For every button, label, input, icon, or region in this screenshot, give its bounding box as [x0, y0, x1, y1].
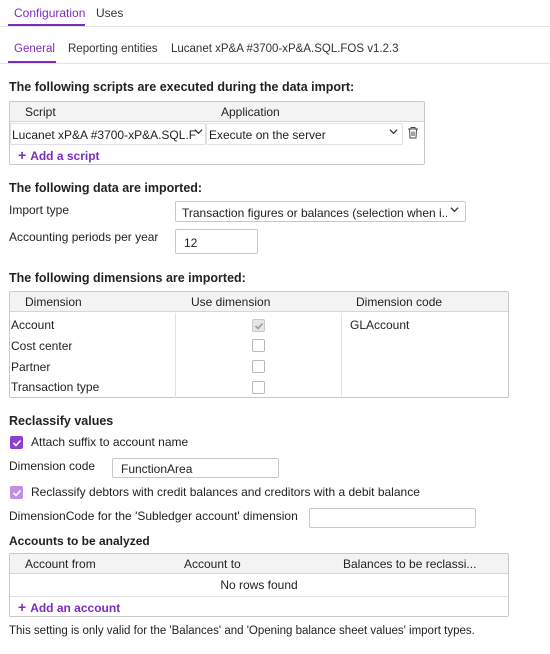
dimension-name-cost-center: Cost center — [11, 339, 73, 353]
column-header-script: Script — [25, 105, 56, 119]
subledger-label: DimensionCode for the 'Subledger account… — [9, 509, 298, 523]
add-script-label: Add a script — [30, 149, 100, 163]
attach-suffix-label: Attach suffix to account name — [31, 435, 189, 449]
subledger-input[interactable] — [309, 508, 476, 528]
plus-icon: + — [18, 147, 27, 163]
plus-icon: + — [18, 599, 27, 615]
tab-uses[interactable]: Uses — [96, 6, 123, 20]
chevron-down-icon — [194, 127, 203, 139]
dimensions-grid: Dimension Use dimension Dimension code A… — [9, 291, 509, 398]
use-dimension-checkbox-transaction-type[interactable] — [252, 381, 265, 394]
dimension-code-label: Dimension code — [9, 459, 96, 473]
import-type-select[interactable]: Transaction figures or balances (selecti… — [175, 201, 466, 222]
add-account-label: Add an account — [30, 601, 121, 615]
script-select[interactable]: Lucanet xP&A #3700-xP&A.SQL.F... — [10, 123, 206, 145]
dimension-code-input[interactable]: FunctionArea — [112, 458, 279, 478]
checkmark-icon — [12, 489, 22, 497]
dimension-name-transaction-type: Transaction type — [11, 380, 100, 394]
periods-input[interactable]: 12 — [175, 229, 258, 254]
checkmark-icon — [12, 439, 22, 447]
no-rows-message: No rows found — [220, 578, 298, 592]
scripts-grid-header: Script Application — [10, 102, 424, 122]
chevron-down-icon — [450, 205, 459, 217]
application-select-value: Execute on the server — [209, 128, 326, 142]
data-section-title: The following data are imported: — [9, 181, 203, 195]
column-header-balances: Balances to be reclassi... — [343, 557, 477, 571]
footer-note: This setting is only valid for the 'Bala… — [9, 625, 475, 637]
accounts-grid: Account from Account to Balances to be r… — [9, 553, 509, 617]
row-divider — [10, 596, 508, 597]
subtab-reporting-entities[interactable]: Reporting entities — [68, 43, 158, 55]
chevron-down-icon — [389, 127, 398, 139]
add-account-button[interactable]: + Add an account — [18, 599, 120, 615]
accounts-grid-header: Account from Account to Balances to be r… — [10, 554, 508, 574]
import-type-value: Transaction figures or balances (selecti… — [182, 206, 447, 220]
use-dimension-checkbox-partner[interactable] — [252, 360, 265, 373]
periods-value: 12 — [184, 236, 198, 250]
top-tabs-divider — [0, 26, 550, 27]
dimensions-section-title: The following dimensions are imported: — [9, 271, 246, 285]
column-header-account-to: Account to — [184, 557, 241, 571]
reclassify-debtors-label: Reclassify debtors with credit balances … — [31, 485, 420, 499]
use-dimension-checkbox-account[interactable] — [252, 319, 265, 332]
dimension-code-account: GLAccount — [350, 318, 410, 332]
trash-icon[interactable] — [407, 126, 419, 142]
column-header-dimension: Dimension — [25, 295, 82, 309]
subtab-script-version[interactable]: Lucanet xP&A #3700-xP&A.SQL.FOS v1.2.3 — [171, 43, 399, 55]
checkmark-icon — [254, 322, 264, 330]
column-header-use-dimension: Use dimension — [191, 295, 271, 309]
import-type-label: Import type — [9, 203, 70, 217]
reclassify-section-title: Reclassify values — [9, 414, 114, 428]
scripts-grid: Script Application Lucanet xP&A #3700-xP… — [9, 101, 425, 165]
add-script-button[interactable]: + Add a script — [18, 147, 100, 163]
column-header-dimension-code: Dimension code — [356, 295, 443, 309]
application-select[interactable]: Execute on the server — [206, 123, 403, 145]
column-divider — [341, 313, 342, 398]
scripts-section-title: The following scripts are executed durin… — [9, 80, 355, 94]
script-select-value: Lucanet xP&A #3700-xP&A.SQL.F... — [12, 128, 196, 142]
column-header-application: Application — [221, 105, 280, 119]
periods-label: Accounting periods per year — [9, 230, 159, 244]
sub-tabs-divider — [0, 63, 550, 64]
use-dimension-checkbox-cost-center[interactable] — [252, 339, 265, 352]
dimensions-grid-header: Dimension Use dimension Dimension code — [10, 292, 508, 312]
subtab-general[interactable]: General — [14, 43, 55, 55]
tab-configuration[interactable]: Configuration — [14, 6, 85, 20]
dimension-code-value: FunctionArea — [121, 462, 193, 476]
dimension-name-account: Account — [11, 318, 55, 332]
column-header-account-from: Account from — [25, 557, 96, 571]
dimension-name-partner: Partner — [11, 360, 51, 374]
accounts-section-title: Accounts to be analyzed — [9, 534, 150, 548]
attach-suffix-checkbox[interactable] — [10, 436, 23, 449]
reclassify-debtors-checkbox[interactable] — [10, 486, 23, 499]
column-divider — [175, 313, 176, 398]
